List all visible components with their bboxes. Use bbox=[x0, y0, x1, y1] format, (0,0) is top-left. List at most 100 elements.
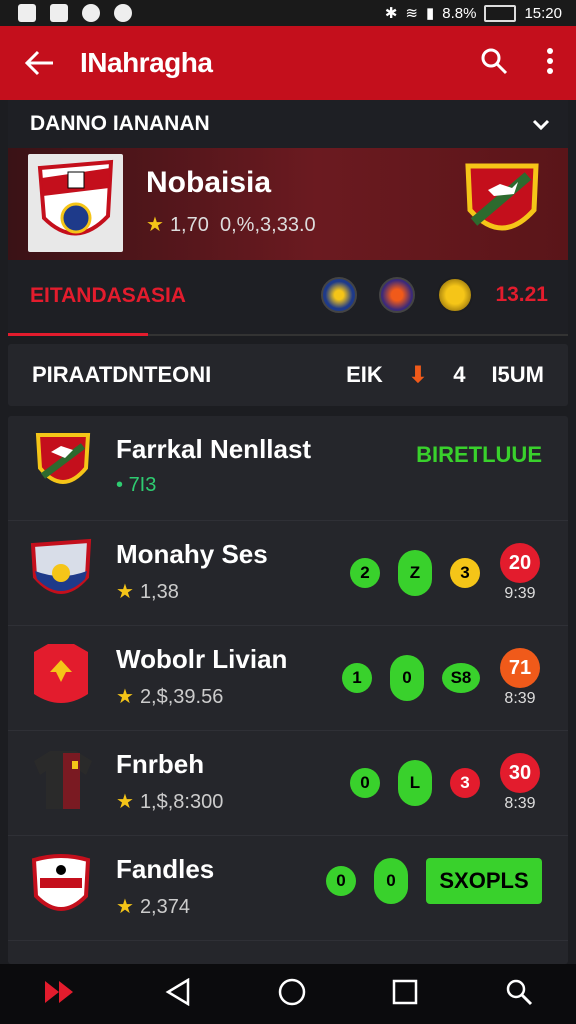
score-box: 20 9:39 bbox=[498, 543, 542, 603]
team-meta: ★ 2,374 bbox=[116, 894, 190, 919]
nav-recents-icon[interactable] bbox=[392, 979, 418, 1010]
team-crest-icon bbox=[30, 537, 96, 603]
teams-list: Farrkal Nenllast • 7I3 BIRETLUUE Monahy … bbox=[8, 416, 568, 964]
team-status: BIRETLUUE bbox=[416, 442, 542, 467]
app-bar: INahragha bbox=[0, 26, 576, 100]
score-time: 8:39 bbox=[504, 795, 536, 812]
team-meta: • 7I3 bbox=[116, 474, 157, 496]
league-badge-2-icon[interactable] bbox=[379, 277, 416, 313]
notification-icons bbox=[0, 4, 132, 22]
active-underline bbox=[8, 333, 148, 336]
battery-icon bbox=[484, 4, 517, 22]
scores-button[interactable]: SXOPLS bbox=[426, 858, 542, 904]
team-rating: 2,374 bbox=[139, 896, 190, 918]
star-icon: ★ bbox=[116, 686, 134, 708]
col-header-2: 4 bbox=[453, 362, 466, 387]
featured-team-name: Nobaisia bbox=[146, 166, 272, 199]
list-item[interactable]: Wobolr Livian ★ 2,$,39.56 1 0 S8 71 8:39 bbox=[8, 626, 568, 731]
team-name: Fandles bbox=[116, 854, 215, 884]
result-pill: 0 bbox=[374, 858, 408, 904]
team-name: Fnrbeh bbox=[116, 749, 205, 779]
nav-back-icon[interactable] bbox=[164, 977, 192, 1011]
result-pill: L bbox=[398, 760, 432, 806]
score: 30 bbox=[500, 753, 540, 793]
team-rating: 2,$,39.56 bbox=[139, 686, 224, 708]
team-crest-icon bbox=[30, 852, 96, 918]
chevron-down-icon[interactable] bbox=[532, 111, 568, 137]
score-time: 8:39 bbox=[504, 690, 536, 707]
team-rating: 1,$,8:300 bbox=[139, 791, 224, 813]
team-crest-icon bbox=[30, 642, 96, 708]
result-pill: S8 bbox=[442, 663, 480, 693]
team-meta: ★ 1,38 bbox=[116, 579, 179, 604]
team-crest-icon bbox=[30, 957, 96, 964]
team-meta: ★ 2,$,39.56 bbox=[116, 684, 223, 709]
nav-search-icon[interactable] bbox=[505, 978, 533, 1011]
table-header: PIRAATDNTEONI EIK ⬇ 4 I5UM bbox=[8, 344, 568, 406]
message-notification-icon bbox=[50, 4, 68, 22]
result-pill: 0 bbox=[326, 866, 356, 896]
featured-crest-icon bbox=[464, 160, 540, 246]
result-pill: 3 bbox=[450, 768, 480, 798]
page-title: INahragha bbox=[80, 47, 213, 78]
team-name: Wobolr Livian bbox=[116, 644, 288, 674]
team-shirt-icon bbox=[30, 747, 96, 813]
list-item[interactable]: blrgah bbox=[8, 941, 568, 964]
team-name: Farrkal Nenllast bbox=[116, 434, 312, 464]
shield-notification-icon bbox=[114, 4, 132, 22]
list-item[interactable]: Monahy Ses ★ 1,38 2 Z 3 20 9:39 bbox=[8, 521, 568, 626]
gallery-notification-icon bbox=[18, 4, 36, 22]
battery-percent: 8.8% bbox=[442, 4, 477, 22]
signal-icon: ▮ bbox=[425, 5, 435, 22]
score: 71 bbox=[500, 648, 540, 688]
team-crest-icon bbox=[30, 432, 96, 498]
result-pill: 0 bbox=[350, 768, 380, 798]
result-pill: 0 bbox=[390, 655, 424, 701]
star-icon: ★ bbox=[116, 896, 134, 918]
featured-rating: 1,70 bbox=[169, 214, 209, 236]
dropdown-label: DANNO IANANAN bbox=[30, 112, 210, 135]
league-bar[interactable]: EITANDASASIA 13.21 bbox=[8, 260, 568, 336]
star-icon: ★ bbox=[116, 581, 134, 603]
list-item[interactable]: Fandles ★ 2,374 0 0 SXOPLS bbox=[8, 836, 568, 941]
result-pill: Z bbox=[398, 550, 432, 596]
carrot-icon: ⬇ bbox=[408, 362, 428, 387]
table-header-label: PIRAATDNTEONI bbox=[32, 362, 212, 387]
team-meta-value: 7I3 bbox=[128, 474, 157, 496]
star-icon: ★ bbox=[146, 214, 164, 236]
team-name: Monahy Ses bbox=[116, 539, 268, 569]
score-box: 71 8:39 bbox=[498, 648, 542, 708]
featured-stats: 0,%,3,33.0 bbox=[220, 214, 316, 236]
score-box: 30 8:39 bbox=[498, 753, 542, 813]
status-bar: ✱ ≋ ▮ 8.8% 15:20 bbox=[0, 0, 576, 26]
app-logo-icon[interactable] bbox=[43, 979, 77, 1010]
search-icon[interactable] bbox=[480, 47, 508, 80]
col-header-3: I5UM bbox=[491, 362, 544, 387]
score: 20 bbox=[500, 543, 540, 583]
clock: 15:20 bbox=[524, 4, 562, 22]
league-label: EITANDASASIA bbox=[30, 284, 186, 307]
competition-dropdown[interactable]: DANNO IANANAN bbox=[8, 100, 568, 149]
league-badge-1-icon[interactable] bbox=[321, 277, 358, 313]
featured-team-logo bbox=[28, 154, 123, 252]
team-meta: ★ 1,$,8:300 bbox=[116, 789, 223, 814]
result-pill: 1 bbox=[342, 663, 372, 693]
wifi-icon: ≋ bbox=[405, 5, 418, 22]
score-time: 9:39 bbox=[504, 585, 536, 602]
result-pill: 3 bbox=[450, 558, 480, 588]
app-notification-icon bbox=[82, 4, 100, 22]
league-badge-3-icon[interactable] bbox=[437, 277, 474, 313]
nav-home-icon[interactable] bbox=[278, 978, 306, 1011]
col-header-1: EIK bbox=[346, 362, 383, 387]
list-item[interactable]: Fnrbeh ★ 1,$,8:300 0 L 3 30 8:39 bbox=[8, 731, 568, 836]
team-rating: 1,38 bbox=[139, 581, 179, 603]
more-vert-icon[interactable] bbox=[546, 47, 554, 79]
league-score: 13.21 bbox=[495, 283, 548, 306]
navigation-bar bbox=[0, 964, 576, 1024]
list-item[interactable]: Farrkal Nenllast • 7I3 BIRETLUUE bbox=[8, 416, 568, 521]
back-arrow-icon[interactable] bbox=[0, 50, 80, 76]
featured-team-meta: ★ 1,70 0,%,3,33.0 bbox=[146, 212, 316, 237]
star-icon: ★ bbox=[116, 791, 134, 813]
featured-team-card[interactable]: Nobaisia ★ 1,70 0,%,3,33.0 bbox=[8, 148, 568, 260]
result-pill: 2 bbox=[350, 558, 380, 588]
